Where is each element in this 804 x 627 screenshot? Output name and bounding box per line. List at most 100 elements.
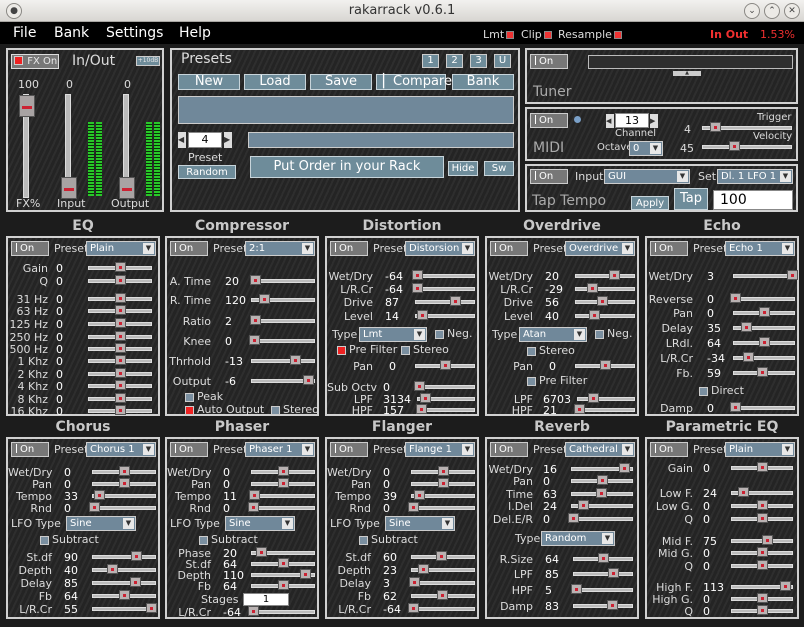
eq-31-hz-slider[interactable] xyxy=(88,293,152,303)
distortion-pan-thumb[interactable] xyxy=(440,360,451,370)
chorus-on-button[interactable]: On xyxy=(11,442,49,457)
echo-damp-slider[interactable] xyxy=(730,402,795,412)
eq-gain-thumb[interactable] xyxy=(115,262,126,272)
flanger-delay-thumb[interactable] xyxy=(408,577,420,587)
trigger-slider[interactable] xyxy=(702,122,792,132)
fx-slider-thumb[interactable] xyxy=(19,95,35,117)
eq-4-khz-slider[interactable] xyxy=(88,380,152,390)
eq-on-button[interactable]: On xyxy=(11,241,49,256)
overdrive-preset-select[interactable]: Overdrive ▼ xyxy=(565,241,635,256)
flanger-preset-select[interactable]: Flange 1 ▼ xyxy=(405,442,475,457)
tap-button[interactable]: Tap xyxy=(674,188,708,210)
menu-bank[interactable]: Bank xyxy=(54,25,89,41)
chorus-pan-thumb[interactable] xyxy=(119,478,130,488)
compressor-thrhold-thumb[interactable] xyxy=(290,355,302,365)
phaser-pan-thumb[interactable] xyxy=(278,478,289,488)
apply-button[interactable]: Apply xyxy=(631,196,669,210)
midi-on-button[interactable]: On xyxy=(530,113,568,128)
reverb-time-thumb[interactable] xyxy=(596,488,608,498)
phaser-wet-dry-thumb[interactable] xyxy=(278,466,289,476)
maximize-icon[interactable]: ⌃ xyxy=(764,3,780,19)
eq-q-slider[interactable] xyxy=(88,275,152,285)
overdrive-lpf-thumb[interactable] xyxy=(587,393,599,403)
flanger-fb-thumb[interactable] xyxy=(436,590,448,600)
eq-16-khz-thumb[interactable] xyxy=(115,405,126,415)
chorus-fb-slider[interactable] xyxy=(92,590,156,600)
parametric-eq-q-thumb[interactable] xyxy=(757,605,768,615)
overdrive-drive-thumb[interactable] xyxy=(596,296,608,306)
tuner-on-button[interactable]: On xyxy=(530,54,568,69)
distortion-on-button[interactable]: On xyxy=(330,241,368,256)
preset-next-icon[interactable]: ▶ xyxy=(224,132,232,148)
close-icon[interactable]: ✕ xyxy=(784,3,800,19)
overdrive-pan-slider[interactable] xyxy=(575,360,635,370)
load-button[interactable]: Load xyxy=(244,74,306,90)
overdrive-level-slider[interactable] xyxy=(575,310,635,320)
compressor-stereo-checkbox[interactable] xyxy=(271,406,280,415)
compressor-output-thumb[interactable] xyxy=(302,375,314,385)
parametric-eq-q-slider[interactable] xyxy=(731,513,793,523)
distortion-l-r-cr-slider[interactable] xyxy=(412,283,475,293)
phaser-pan-slider[interactable] xyxy=(251,478,315,488)
compressor-ratio-thumb[interactable] xyxy=(250,315,262,325)
flanger-l-r-cr-thumb[interactable] xyxy=(408,603,420,613)
echo-wet-dry-slider[interactable] xyxy=(733,270,799,280)
reverb-del-e-r-thumb[interactable] xyxy=(568,513,580,523)
parametric-eq-q-thumb[interactable] xyxy=(757,560,768,570)
echo-delay-slider[interactable] xyxy=(733,322,795,332)
parametric-eq-q-slider[interactable] xyxy=(731,605,793,615)
flanger-subtract-checkbox[interactable] xyxy=(359,536,368,545)
chorus-tempo-slider[interactable] xyxy=(92,490,156,500)
chorus-pan-slider[interactable] xyxy=(92,478,156,488)
chorus-st-df-slider[interactable] xyxy=(92,551,156,561)
eq-8-khz-thumb[interactable] xyxy=(115,393,126,403)
reverb-i-del-slider[interactable] xyxy=(571,500,633,510)
flanger-on-button[interactable]: On xyxy=(330,442,368,457)
eq-2-khz-thumb[interactable] xyxy=(115,368,126,378)
parametric-eq-mid-g-slider[interactable] xyxy=(731,547,793,557)
reverb-r-size-slider[interactable] xyxy=(573,553,633,563)
distortion-prefilter-checkbox[interactable] xyxy=(337,346,346,355)
echo-lrdl-thumb[interactable] xyxy=(759,337,770,347)
compressor-output-slider[interactable] xyxy=(251,375,315,385)
reverb-hpf-thumb[interactable] xyxy=(571,584,583,594)
reverb-r-size-thumb[interactable] xyxy=(598,553,609,563)
new-button[interactable]: New xyxy=(178,74,240,90)
phaser-lrcr-thumb[interactable] xyxy=(248,606,260,616)
echo-direct-checkbox[interactable] xyxy=(699,387,708,396)
tap-input-select[interactable]: GUI ▼ xyxy=(604,169,690,184)
bpm-field[interactable]: 100 xyxy=(713,190,793,210)
flanger-rnd-thumb[interactable] xyxy=(408,502,420,512)
preset-tab-2[interactable]: 2 xyxy=(446,54,463,68)
distortion-sub-octv-thumb[interactable] xyxy=(414,381,426,391)
distortion-type-select[interactable]: Lmt ▼ xyxy=(359,327,427,342)
reverb-type-select[interactable]: Random ▼ xyxy=(541,531,615,546)
preset-tab-1[interactable]: 1 xyxy=(422,54,439,68)
compressor-r-time-slider[interactable] xyxy=(251,294,315,304)
output-slider[interactable] xyxy=(119,94,135,199)
eq-125-hz-slider[interactable] xyxy=(88,318,152,328)
echo-wet-dry-thumb[interactable] xyxy=(787,270,799,280)
reverb-i-del-thumb[interactable] xyxy=(578,500,590,510)
bank-button[interactable]: Bank xyxy=(452,74,514,90)
velocity-slider[interactable] xyxy=(702,141,792,151)
fx-on-button[interactable]: FX On xyxy=(11,54,59,69)
parametric-eq-low-f-thumb[interactable] xyxy=(738,487,750,497)
distortion-level-thumb[interactable] xyxy=(417,310,429,320)
reverb-del-e-r-slider[interactable] xyxy=(568,513,633,523)
chorus-fb-thumb[interactable] xyxy=(119,590,130,600)
overdrive-l-r-cr-thumb[interactable] xyxy=(586,283,598,293)
preset-tab-3[interactable]: 3 xyxy=(470,54,487,68)
chorus-tempo-thumb[interactable] xyxy=(94,490,106,500)
phaser-subtract-checkbox[interactable] xyxy=(199,536,208,545)
eq-63-hz-slider[interactable] xyxy=(88,305,152,315)
reverb-damp-slider[interactable] xyxy=(573,600,633,610)
flanger-pan-thumb[interactable] xyxy=(438,478,449,488)
echo-pan-slider[interactable] xyxy=(733,307,795,317)
menu-help[interactable]: Help xyxy=(179,25,211,41)
flanger-pan-slider[interactable] xyxy=(411,478,475,488)
menu-settings[interactable]: Settings xyxy=(106,25,163,41)
overdrive-pan-thumb[interactable] xyxy=(600,360,611,370)
phaser-rnd-thumb[interactable] xyxy=(248,502,260,512)
chorus-delay-slider[interactable] xyxy=(92,577,156,587)
